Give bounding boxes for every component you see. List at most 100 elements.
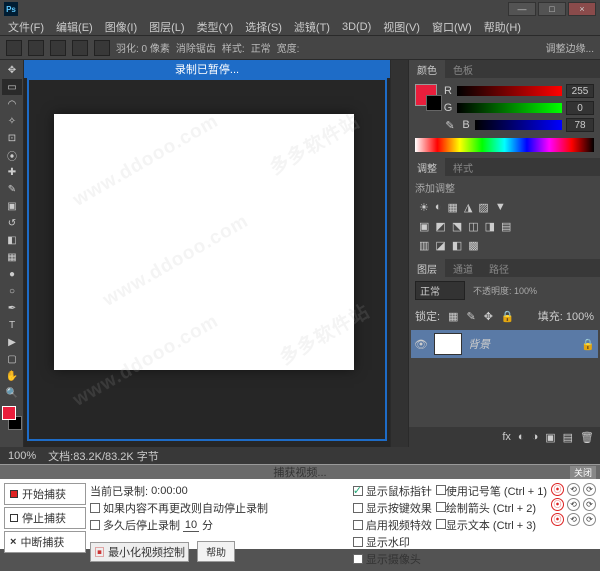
heal-tool[interactable]: ✚	[2, 164, 22, 180]
rec-dot-icon[interactable]: ⦿	[551, 498, 564, 511]
zoom-tool[interactable]: 🔍	[2, 385, 22, 401]
stamp-tool[interactable]: ▣	[2, 198, 22, 214]
menu-filter[interactable]: 滤镜(T)	[288, 19, 336, 35]
crop-tool[interactable]: ⊡	[2, 130, 22, 146]
slider-r[interactable]	[457, 86, 562, 96]
help-button[interactable]: 帮助	[197, 541, 235, 562]
menu-help[interactable]: 帮助(H)	[478, 19, 527, 35]
eyedropper-tool[interactable]: ⦿	[2, 147, 22, 163]
show-watermark-checkbox[interactable]	[353, 537, 363, 547]
back-icon[interactable]: ⟲	[567, 513, 580, 526]
gradient-tool[interactable]: ▦	[2, 249, 22, 265]
selection-subtract-icon[interactable]	[72, 40, 88, 56]
longstop-checkbox[interactable]	[90, 520, 100, 530]
lasso-tool[interactable]: ◠	[2, 96, 22, 112]
style-value[interactable]: 正常	[251, 40, 271, 55]
menu-image[interactable]: 图像(I)	[99, 19, 143, 35]
path-select-tool[interactable]: ▶	[2, 334, 22, 350]
adjust-edge-button[interactable]: 调整边缘...	[546, 40, 594, 55]
hand-tool[interactable]: ✋	[2, 368, 22, 384]
selection-add-icon[interactable]	[50, 40, 66, 56]
marquee-tool-icon[interactable]	[6, 40, 22, 56]
tab-layers[interactable]: 图层	[409, 259, 445, 277]
layer-row[interactable]: 👁 背景 🔒	[411, 330, 598, 358]
foreground-color[interactable]	[2, 406, 16, 420]
maximize-button[interactable]: □	[538, 2, 566, 16]
zoom-level[interactable]: 100%	[8, 450, 36, 462]
minimize-button[interactable]: —	[508, 2, 536, 16]
history-brush-tool[interactable]: ↺	[2, 215, 22, 231]
lock-icon[interactable]: 🔒	[501, 310, 515, 323]
back-icon[interactable]: ⟲	[567, 483, 580, 496]
lock-pixels-icon[interactable]: ▦	[448, 310, 458, 323]
menu-layer[interactable]: 图层(L)	[143, 19, 190, 35]
color-swatches[interactable]	[2, 406, 22, 430]
layer-name[interactable]: 背景	[468, 336, 490, 352]
mask-icon[interactable]: ◐	[518, 431, 525, 443]
slider-g[interactable]	[457, 103, 562, 113]
show-keys-checkbox[interactable]	[353, 503, 363, 513]
fwd-icon[interactable]: ⟳	[583, 483, 596, 496]
menu-type[interactable]: 类型(Y)	[191, 19, 240, 35]
delete-layer-icon[interactable]: 🗑	[580, 431, 594, 444]
brush-tool[interactable]: ✎	[2, 181, 22, 197]
back-icon[interactable]: ⟲	[567, 498, 580, 511]
eraser-tool[interactable]: ◧	[2, 232, 22, 248]
move-tool[interactable]: ✥	[2, 62, 22, 78]
wand-tool[interactable]: ✧	[2, 113, 22, 129]
menu-window[interactable]: 窗口(W)	[426, 19, 478, 35]
shape-tool[interactable]: ▢	[2, 351, 22, 367]
stop-capture-button[interactable]: 停止捕获	[4, 507, 86, 529]
selection-intersect-icon[interactable]	[94, 40, 110, 56]
autostop-checkbox[interactable]	[90, 503, 100, 513]
tab-swatches[interactable]: 色板	[445, 60, 481, 78]
document-canvas[interactable]	[54, 114, 354, 370]
fx-icon[interactable]: fx	[502, 431, 511, 443]
layer-thumbnail[interactable]	[434, 333, 462, 355]
blur-tool[interactable]: ●	[2, 266, 22, 282]
tab-adjustments[interactable]: 调整	[409, 158, 445, 176]
menu-edit[interactable]: 编辑(E)	[50, 19, 99, 35]
slider-b-value[interactable]: 78	[566, 118, 594, 132]
adjustment-layer-icon[interactable]: ◑	[532, 431, 539, 443]
tab-color[interactable]: 颜色	[409, 60, 445, 78]
enable-fx-checkbox[interactable]	[353, 520, 363, 530]
interrupt-capture-button[interactable]: ×中断捕获	[4, 531, 86, 553]
fwd-icon[interactable]: ⟳	[583, 513, 596, 526]
show-ime-checkbox[interactable]	[353, 554, 363, 564]
capture-close-button[interactable]: 关闭	[570, 466, 596, 479]
tab-styles[interactable]: 样式	[445, 158, 481, 176]
tab-channels[interactable]: 通道	[445, 259, 481, 277]
show-cursor-checkbox[interactable]	[353, 486, 363, 496]
slider-g-value[interactable]: 0	[566, 101, 594, 115]
spectrum-bar[interactable]	[415, 138, 594, 152]
lock-all-icon[interactable]: ✥	[484, 310, 493, 323]
menu-view[interactable]: 视图(V)	[377, 19, 426, 35]
show-text-checkbox[interactable]	[436, 519, 446, 529]
fwd-icon[interactable]: ⟳	[583, 498, 596, 511]
rec-dot-icon[interactable]: ⦿	[551, 513, 564, 526]
type-tool[interactable]: T	[2, 317, 22, 333]
new-layer-icon[interactable]: ▤	[563, 431, 573, 444]
menu-select[interactable]: 选择(S)	[239, 19, 288, 35]
close-button[interactable]: ×	[568, 2, 596, 16]
pen-tool[interactable]: ✒	[2, 300, 22, 316]
start-capture-button[interactable]: 开始捕获	[4, 483, 86, 505]
menu-3d[interactable]: 3D(D)	[336, 21, 377, 33]
group-icon[interactable]: ▣	[545, 431, 555, 444]
use-marker-checkbox[interactable]	[436, 485, 446, 495]
minimize-control-button[interactable]: ▣ 最小化视频控制	[90, 542, 189, 562]
tab-paths[interactable]: 路径	[481, 259, 517, 277]
draw-arrow-checkbox[interactable]	[436, 502, 446, 512]
color-chip[interactable]	[415, 84, 437, 106]
dodge-tool[interactable]: ○	[2, 283, 22, 299]
marquee-tool[interactable]: ▭	[2, 79, 22, 95]
lock-position-icon[interactable]: ✎	[466, 310, 475, 323]
visibility-icon[interactable]: 👁	[414, 338, 428, 351]
slider-b[interactable]	[475, 120, 562, 130]
menu-file[interactable]: 文件(F)	[2, 19, 50, 35]
selection-new-icon[interactable]	[28, 40, 44, 56]
rec-dot-icon[interactable]: ⦿	[551, 483, 564, 496]
collapsed-panel-dock[interactable]	[390, 60, 408, 447]
blend-mode-select[interactable]: 正常	[415, 281, 465, 300]
